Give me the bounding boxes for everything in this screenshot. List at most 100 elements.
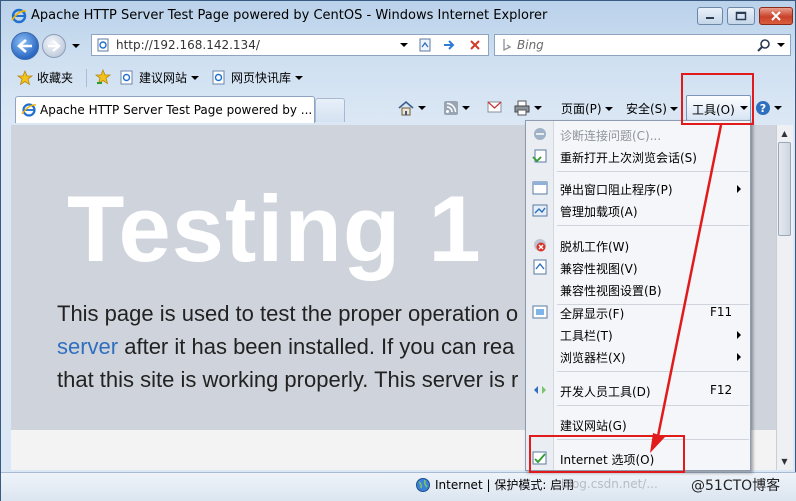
menu-item-compat-view-settings[interactable]: 兼容性视图设置(B) <box>527 278 750 300</box>
reopen-session-icon <box>532 148 548 164</box>
submenu-arrow-icon <box>737 353 741 361</box>
offline-icon <box>532 237 548 253</box>
menu-item-work-offline[interactable]: 脱机工作(W) <box>527 234 750 256</box>
add-favorite-star-icon <box>95 69 112 85</box>
feeds-dropdown-icon <box>462 106 470 110</box>
fullscreen-icon <box>532 304 548 320</box>
title-bar: Apache HTTP Server Test Page powered by … <box>1 1 796 31</box>
printer-icon <box>514 100 530 116</box>
search-icon[interactable] <box>757 38 771 55</box>
menu-item-popup-blocker[interactable]: 弹出窗口阻止程序(P) <box>527 177 750 199</box>
stop-icon[interactable] <box>468 38 482 55</box>
address-dropdown-icon[interactable] <box>400 43 408 47</box>
watermark-text: blog.csdn.net/... <box>561 477 658 491</box>
menu-item-developer-tools[interactable]: 开发人员工具(D) F12 <box>527 379 750 401</box>
address-field[interactable]: http://192.168.142.134/ <box>91 34 489 56</box>
search-options-dropdown-icon[interactable] <box>777 43 785 47</box>
menu-item-reopen-session[interactable]: 重新打开上次浏览会话(S) <box>527 145 750 167</box>
minimize-icon <box>706 17 714 19</box>
rss-feed-icon <box>444 101 458 115</box>
print-dropdown-icon <box>534 106 542 110</box>
server-link[interactable]: server <box>57 334 118 359</box>
menu-item-label: 兼容性视图(V) <box>560 262 638 276</box>
scroll-up-icon[interactable]: ▲ <box>776 125 793 142</box>
menu-item-label: 开发人员工具(D) <box>560 385 651 399</box>
menu-item-compat-view[interactable]: 兼容性视图(V) <box>527 256 750 278</box>
suggested-sites-label: 建议网站 <box>139 71 188 85</box>
menu-item-fullscreen[interactable]: 全屏显示(F) F11 <box>527 301 750 323</box>
favorites-button[interactable]: 收藏夹 <box>17 69 73 86</box>
scroll-down-icon[interactable]: ▼ <box>776 453 793 470</box>
safety-menu-button[interactable]: 安全(S) <box>626 100 678 117</box>
suggested-sites-link[interactable]: 建议网站 <box>119 69 200 86</box>
help-dropdown-icon <box>774 106 782 110</box>
minimize-button[interactable] <box>697 7 723 25</box>
menu-item-shortcut: F12 <box>710 383 733 397</box>
web-slice-gallery-label: 网页快讯库 <box>231 71 292 85</box>
suggested-sites-dropdown-icon <box>191 75 200 80</box>
menu-item-toolbars[interactable]: 工具栏(T) <box>527 323 750 345</box>
close-button[interactable] <box>759 7 793 25</box>
menu-item-shortcut: F11 <box>710 305 733 319</box>
search-field[interactable]: Bing <box>494 34 791 56</box>
favorites-label: 收藏夹 <box>37 71 74 85</box>
tools-highlight-box <box>681 73 754 125</box>
forward-arrow-icon <box>48 40 61 52</box>
status-bar <box>1 472 796 501</box>
menu-item-diagnose[interactable]: 诊断连接问题(C)... <box>527 123 750 145</box>
add-to-favorites-bar-button[interactable] <box>95 69 113 85</box>
menu-item-label: 诊断连接问题(C)... <box>560 129 662 143</box>
home-icon <box>398 100 414 116</box>
security-zone[interactable]: Internet | 保护模式: 启用 <box>415 476 574 493</box>
submenu-arrow-icon <box>737 331 741 339</box>
maximize-button[interactable] <box>727 7 755 25</box>
menu-separator <box>557 171 749 172</box>
menu-separator <box>557 225 749 226</box>
home-button[interactable] <box>397 100 426 116</box>
feeds-button[interactable] <box>443 100 470 116</box>
address-url: http://192.168.142.134/ <box>116 38 260 52</box>
web-slice-gallery-link[interactable]: 网页快讯库 <box>211 69 304 86</box>
menu-item-suggested-sites[interactable]: 建议网站(G) <box>527 413 750 435</box>
menu-item-label: 浏览器栏(X) <box>560 351 626 365</box>
search-placeholder: Bing <box>517 38 544 52</box>
history-dropdown-icon[interactable] <box>72 44 80 48</box>
compat-view-icon <box>532 259 548 275</box>
menu-item-explorer-bars[interactable]: 浏览器栏(X) <box>527 345 750 367</box>
safety-menu-label: 安全(S) <box>626 102 667 116</box>
web-slice-dropdown-icon <box>295 75 304 80</box>
menu-item-label: 工具栏(T) <box>560 329 613 343</box>
new-tab-button[interactable] <box>315 98 345 122</box>
scroll-thumb[interactable] <box>778 142 791 236</box>
popup-blocker-icon <box>532 180 548 196</box>
page-heading: Testing 1 <box>67 176 482 281</box>
menu-item-manage-addons[interactable]: 管理加载项(A) <box>527 199 750 221</box>
read-mail-button[interactable] <box>487 100 503 114</box>
favorites-star-icon <box>17 69 33 85</box>
forward-button[interactable] <box>42 34 66 58</box>
page-menu-button[interactable]: 页面(P) <box>561 100 613 117</box>
submenu-arrow-icon <box>737 185 741 193</box>
addons-icon <box>532 202 548 218</box>
brand-watermark: @51CTO博客 <box>691 478 781 494</box>
tab-title: Apache HTTP Server Test Page powered by … <box>40 103 313 117</box>
menu-item-label: 建议网站(G) <box>560 419 627 433</box>
menu-item-label: 弹出窗口阻止程序(P) <box>560 183 673 197</box>
help-button[interactable]: ? <box>755 100 782 116</box>
refresh-go-icon[interactable] <box>442 38 456 55</box>
tab-active[interactable]: Apache HTTP Server Test Page powered by … <box>15 96 315 123</box>
print-button[interactable] <box>513 100 542 116</box>
intro-line-2-text: after it has been installed. If you can … <box>118 334 515 359</box>
menu-item-label: 兼容性视图设置(B) <box>560 284 662 298</box>
menu-item-label: 重新打开上次浏览会话(S) <box>560 151 697 165</box>
ie-page-icon <box>212 70 225 84</box>
compat-view-icon[interactable] <box>418 38 432 55</box>
back-button[interactable] <box>11 32 39 60</box>
help-icon: ? <box>756 101 770 115</box>
back-arrow-icon <box>17 39 32 53</box>
menu-item-label: 管理加载项(A) <box>560 205 638 219</box>
tab-ie-icon <box>21 102 37 121</box>
home-dropdown-icon <box>418 106 426 110</box>
maximize-icon <box>735 11 747 21</box>
page-dropdown-icon <box>604 106 613 111</box>
